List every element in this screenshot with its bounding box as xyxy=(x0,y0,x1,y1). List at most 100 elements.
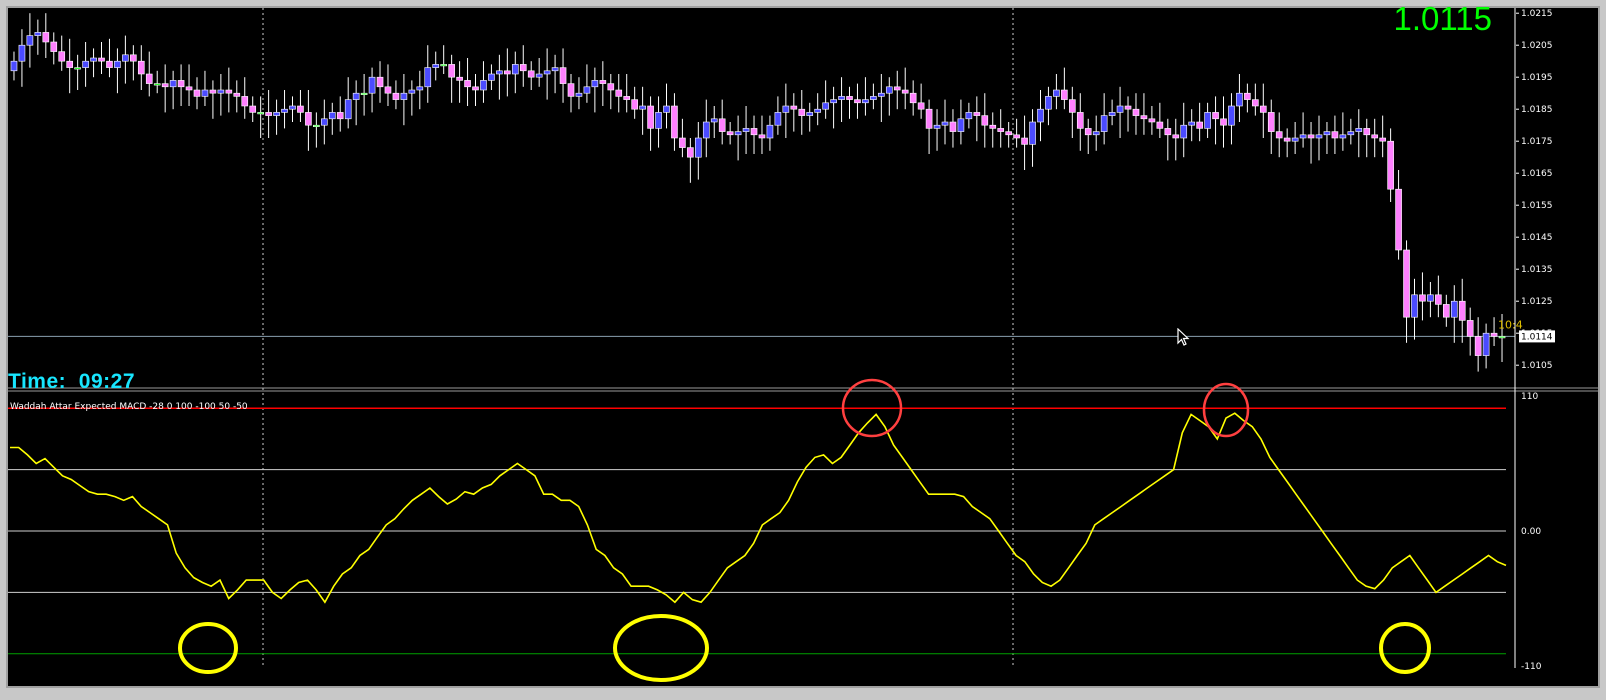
candle xyxy=(297,90,304,122)
candle-body xyxy=(973,112,981,116)
candle xyxy=(1013,118,1020,148)
current-price-axis-label: 1.0114 xyxy=(1521,332,1553,342)
candle-body xyxy=(50,41,58,52)
candle-body xyxy=(766,124,774,139)
candle xyxy=(1140,93,1148,135)
candle xyxy=(1116,86,1124,138)
candle-body xyxy=(989,124,997,129)
candle xyxy=(901,67,909,110)
candle xyxy=(416,70,424,110)
candle xyxy=(153,70,161,94)
candle-body xyxy=(1196,121,1203,129)
candle xyxy=(519,45,527,87)
candle xyxy=(1252,83,1259,116)
candle-body xyxy=(583,86,591,94)
candle xyxy=(1108,99,1116,126)
candle-body xyxy=(1283,137,1291,142)
candle xyxy=(702,99,710,158)
candle xyxy=(1379,115,1386,158)
candle xyxy=(1029,109,1036,167)
candle xyxy=(10,51,18,81)
candle xyxy=(782,83,790,138)
candle xyxy=(1419,272,1426,321)
candle-body xyxy=(870,96,877,100)
candle xyxy=(384,64,392,106)
candle-body xyxy=(878,92,885,97)
candle xyxy=(1196,102,1203,142)
candle-body xyxy=(1116,105,1124,113)
candle xyxy=(58,35,66,71)
candle-body xyxy=(838,96,845,100)
candle xyxy=(870,83,877,110)
candle-body xyxy=(1395,188,1402,251)
candle xyxy=(249,96,257,122)
candle-body xyxy=(1244,92,1251,100)
candle xyxy=(694,122,702,180)
candle-body xyxy=(177,80,185,88)
candle-body xyxy=(1100,115,1108,132)
candle-body xyxy=(1419,294,1426,302)
candle-body xyxy=(1347,131,1355,136)
candle-body xyxy=(1164,128,1172,136)
candle xyxy=(631,86,638,119)
candle xyxy=(1482,323,1490,369)
candle xyxy=(671,93,678,151)
candle xyxy=(1100,93,1108,145)
candle xyxy=(161,64,169,113)
candle xyxy=(1076,93,1084,151)
candle xyxy=(925,99,933,154)
candle-body xyxy=(559,67,567,84)
price-axis-label: 1.0175 xyxy=(1521,137,1553,147)
candle xyxy=(1474,317,1482,372)
candle xyxy=(957,99,965,145)
candle xyxy=(1244,83,1251,113)
candle-body xyxy=(1275,131,1283,139)
indicator-title: Waddah Attar Expected MACD -28 0 100 -10… xyxy=(10,402,248,412)
candle xyxy=(1458,278,1466,343)
candle xyxy=(1395,170,1402,260)
candle-body xyxy=(806,112,814,116)
indicator-axis-label: 110 xyxy=(1521,392,1538,402)
annotation-circles xyxy=(178,378,1431,682)
candle-body xyxy=(34,32,42,36)
candle xyxy=(185,64,193,106)
candle-body xyxy=(702,121,710,139)
candle-body xyxy=(655,112,662,129)
candle-body xyxy=(862,99,869,104)
chart-canvas[interactable]: 1.0215 1.0205 1.0195 1.0185 1.0175 1.0165 1.01… xyxy=(8,8,1598,686)
candle-body xyxy=(122,54,129,62)
candle xyxy=(687,138,694,183)
candle-body xyxy=(1323,131,1331,136)
candle-body xyxy=(400,92,408,100)
candle-body xyxy=(1427,294,1434,302)
candle xyxy=(1403,240,1410,343)
candle xyxy=(26,13,34,68)
candle xyxy=(368,67,376,113)
candle xyxy=(1236,74,1243,122)
candle xyxy=(846,86,853,119)
candle xyxy=(814,93,822,126)
candle xyxy=(1068,86,1076,138)
indicator-panel: 110 0.00 -110 xyxy=(8,392,1542,672)
candle xyxy=(679,118,686,158)
candle-body xyxy=(782,105,790,113)
candle-body xyxy=(567,83,575,97)
candle xyxy=(122,35,129,84)
candle-body xyxy=(82,60,89,68)
candle-body xyxy=(1021,137,1028,145)
candle-body xyxy=(607,83,615,91)
candle xyxy=(1172,118,1180,161)
candle xyxy=(1228,93,1235,145)
candle-body xyxy=(352,92,360,100)
candle-body xyxy=(1204,112,1211,129)
candle-body xyxy=(424,67,432,88)
chart-window[interactable]: 1.0215 1.0205 1.0195 1.0185 1.0175 1.0165 1.01… xyxy=(6,0,1600,688)
price-axis-label: 1.0125 xyxy=(1521,297,1553,307)
candle xyxy=(647,96,654,151)
candle xyxy=(551,54,559,94)
candle-body xyxy=(18,44,26,62)
candle-body xyxy=(917,102,925,110)
candle xyxy=(878,74,885,122)
candle xyxy=(233,80,241,113)
candle xyxy=(408,80,416,116)
